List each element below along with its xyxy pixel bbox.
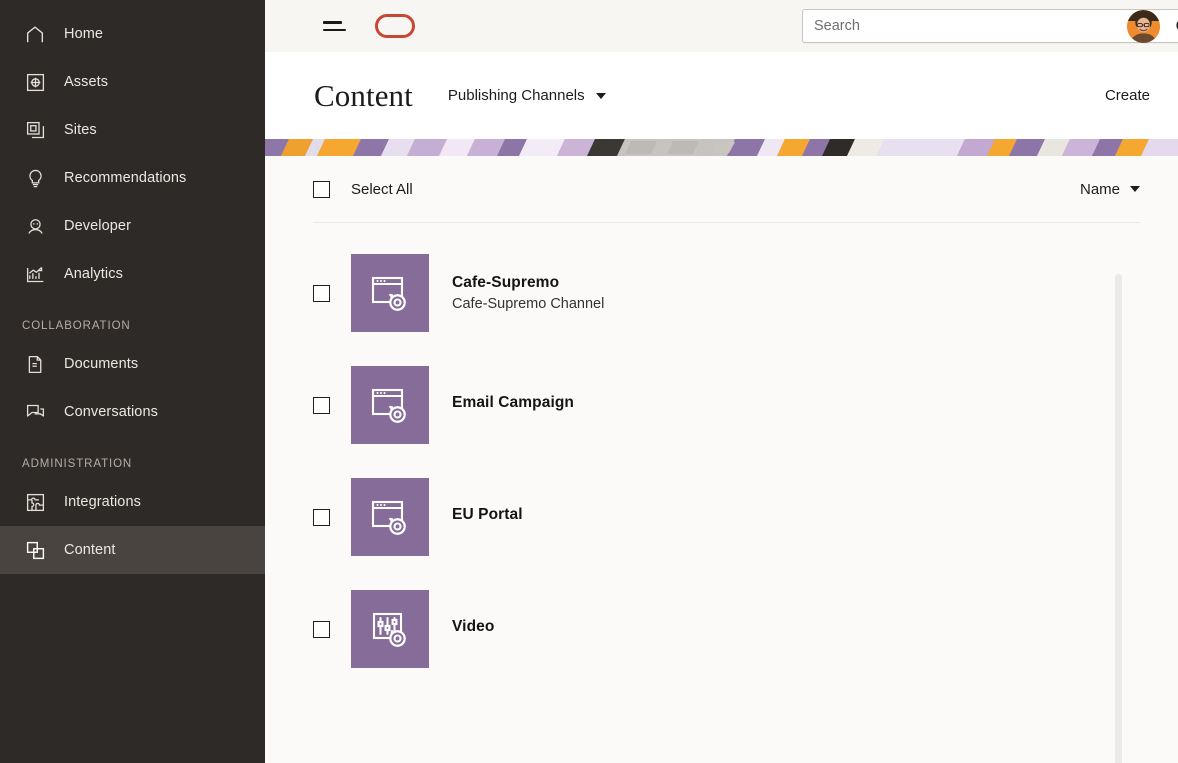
channel-tile-icon [351, 478, 429, 556]
content-icon [22, 537, 48, 563]
item-title: EU Portal [452, 506, 523, 524]
sidebar-item-label: Integrations [64, 494, 141, 510]
video-tile-icon [351, 590, 429, 668]
sites-icon [22, 117, 48, 143]
app-window: Home Assets Sites [0, 0, 1178, 763]
decorative-banner [265, 139, 1178, 156]
item-text: EU Portal [452, 506, 523, 528]
item-text: Cafe-Supremo Cafe-Supremo Channel [452, 274, 604, 312]
sidebar-item-label: Documents [64, 356, 138, 372]
integrations-icon [22, 489, 48, 515]
search-container [802, 9, 1178, 43]
analytics-icon [22, 261, 48, 287]
sidebar-item-label: Sites [64, 122, 97, 138]
home-icon [22, 21, 48, 47]
sidebar-item-label: Developer [64, 218, 131, 234]
sidebar-item-label: Conversations [64, 404, 158, 420]
sort-label: Name [1080, 181, 1120, 198]
page-title: Content [314, 78, 413, 114]
sidebar-item-label: Content [64, 542, 116, 558]
assets-icon [22, 69, 48, 95]
row-checkbox[interactable] [313, 285, 330, 302]
search-input[interactable] [814, 18, 1170, 34]
list-item[interactable]: Email Campaign [265, 349, 1178, 461]
publishing-channels-label: Publishing Channels [448, 87, 585, 104]
sort-dropdown[interactable]: Name [1080, 181, 1140, 198]
sidebar-item-developer[interactable]: Developer [0, 202, 265, 250]
banner-pattern [265, 139, 1178, 156]
sidebar-item-recommendations[interactable]: Recommendations [0, 154, 265, 202]
content-body: Select All Name [265, 156, 1178, 763]
sidebar-item-analytics[interactable]: Analytics [0, 250, 265, 298]
publishing-channels-dropdown[interactable]: Publishing Channels [448, 87, 606, 104]
sidebar-item-assets[interactable]: Assets [0, 58, 265, 106]
sidebar-section-collaboration: COLLABORATION [0, 298, 265, 340]
hamburger-icon[interactable] [323, 14, 347, 38]
sidebar-item-documents[interactable]: Documents [0, 340, 265, 388]
list-item[interactable]: Cafe-Supremo Cafe-Supremo Channel [265, 237, 1178, 349]
row-checkbox[interactable] [313, 509, 330, 526]
sidebar-item-conversations[interactable]: Conversations [0, 388, 265, 436]
oracle-logo[interactable] [375, 14, 415, 38]
main-region: Content Publishing Channels Create [265, 0, 1178, 763]
item-title: Video [452, 618, 494, 636]
channel-tile-icon [351, 366, 429, 444]
lightbulb-icon [22, 165, 48, 191]
list-item[interactable]: EU Portal [265, 461, 1178, 573]
item-title: Cafe-Supremo [452, 274, 604, 292]
top-bar [265, 0, 1178, 52]
sidebar: Home Assets Sites [0, 0, 265, 763]
row-checkbox[interactable] [313, 621, 330, 638]
sidebar-item-label: Recommendations [64, 170, 186, 186]
item-title: Email Campaign [452, 394, 574, 412]
chevron-down-icon [596, 93, 606, 99]
search-box[interactable] [802, 9, 1178, 43]
sidebar-item-content[interactable]: Content [0, 526, 265, 574]
channel-list: Cafe-Supremo Cafe-Supremo Channel [265, 223, 1178, 685]
user-avatar[interactable] [1127, 10, 1160, 43]
sidebar-item-home[interactable]: Home [0, 10, 265, 58]
search-icon[interactable] [1170, 17, 1178, 36]
sidebar-item-label: Assets [64, 74, 108, 90]
item-text: Email Campaign [452, 394, 574, 416]
item-text: Video [452, 618, 494, 640]
documents-icon [22, 351, 48, 377]
list-scrollbar[interactable] [1115, 274, 1122, 763]
conversations-icon [22, 399, 48, 425]
page-header: Content Publishing Channels Create [265, 52, 1178, 139]
row-checkbox[interactable] [313, 397, 330, 414]
sidebar-item-label: Home [64, 26, 103, 42]
sidebar-section-administration: ADMINISTRATION [0, 436, 265, 478]
select-all-label: Select All [351, 181, 413, 198]
sidebar-item-sites[interactable]: Sites [0, 106, 265, 154]
select-all-row: Select All Name [313, 156, 1140, 223]
developer-icon [22, 213, 48, 239]
create-button[interactable]: Create [1095, 81, 1160, 110]
channel-tile-icon [351, 254, 429, 332]
item-subtitle: Cafe-Supremo Channel [452, 296, 604, 312]
list-item[interactable]: Video [265, 573, 1178, 685]
sidebar-item-label: Analytics [64, 266, 123, 282]
select-all-checkbox[interactable] [313, 181, 330, 198]
chevron-down-icon [1130, 186, 1140, 192]
sidebar-item-integrations[interactable]: Integrations [0, 478, 265, 526]
